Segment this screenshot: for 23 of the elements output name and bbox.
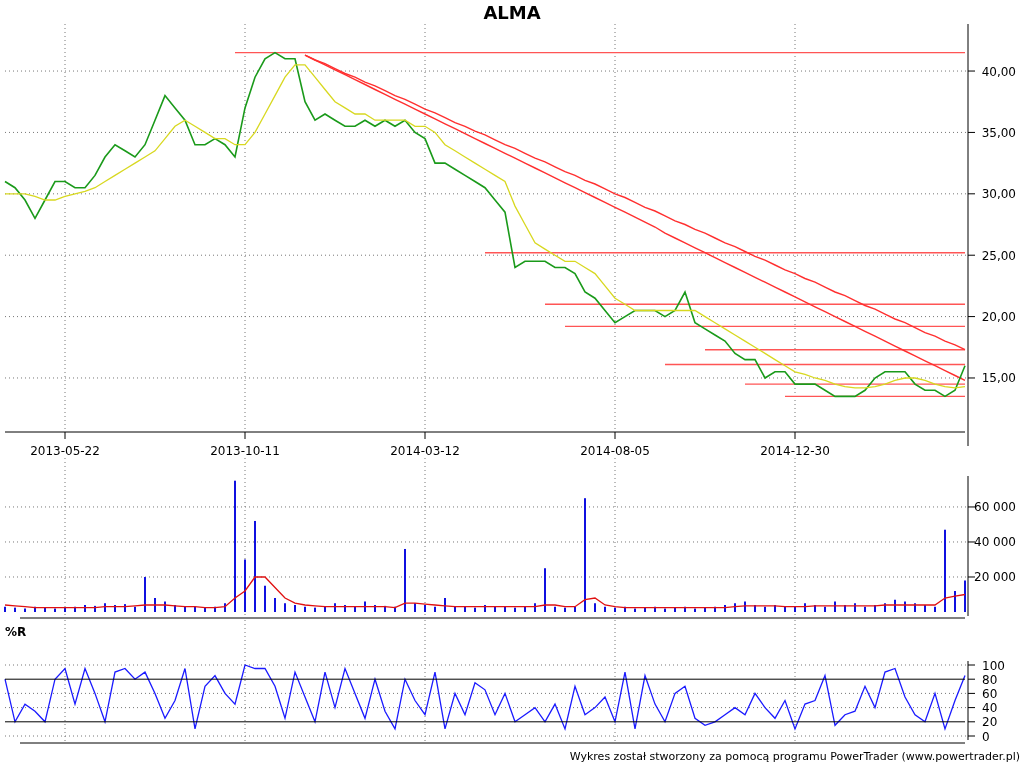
date-label: 2014-12-30 [760, 444, 830, 458]
axis-label: 0 [982, 729, 990, 744]
axis-label: 80 [982, 672, 998, 687]
date-label: 2014-08-05 [580, 444, 650, 458]
date-label: 2013-05-22 [30, 444, 100, 458]
axis-label: 25,00 [981, 248, 1016, 263]
axis-label: 35,00 [981, 125, 1016, 140]
axis-label: 40 [982, 701, 998, 716]
axis-label: 100 [982, 658, 1005, 673]
axis-label: 30,00 [981, 187, 1016, 202]
chart-title: ALMA [483, 1, 541, 23]
axis-label: 60 000 [974, 500, 1016, 515]
axis-label: 60 [982, 686, 998, 701]
axis-label: 20 000 [974, 570, 1016, 585]
footer-credit: Wykres został stworzony za pomocą programu PowerTrader (www.powertrader.pl) [569, 750, 1020, 763]
axis-label: 20,00 [981, 310, 1016, 325]
axis-label: 40 000 [974, 535, 1016, 550]
axis-label: 15,00 [981, 371, 1016, 386]
axis-label: 20 [982, 715, 998, 730]
axis-label: 40,00 [981, 64, 1016, 79]
panel-label: %R [5, 625, 27, 639]
date-label: 2013-10-11 [210, 444, 280, 458]
date-label: 2014-03-12 [390, 444, 460, 458]
